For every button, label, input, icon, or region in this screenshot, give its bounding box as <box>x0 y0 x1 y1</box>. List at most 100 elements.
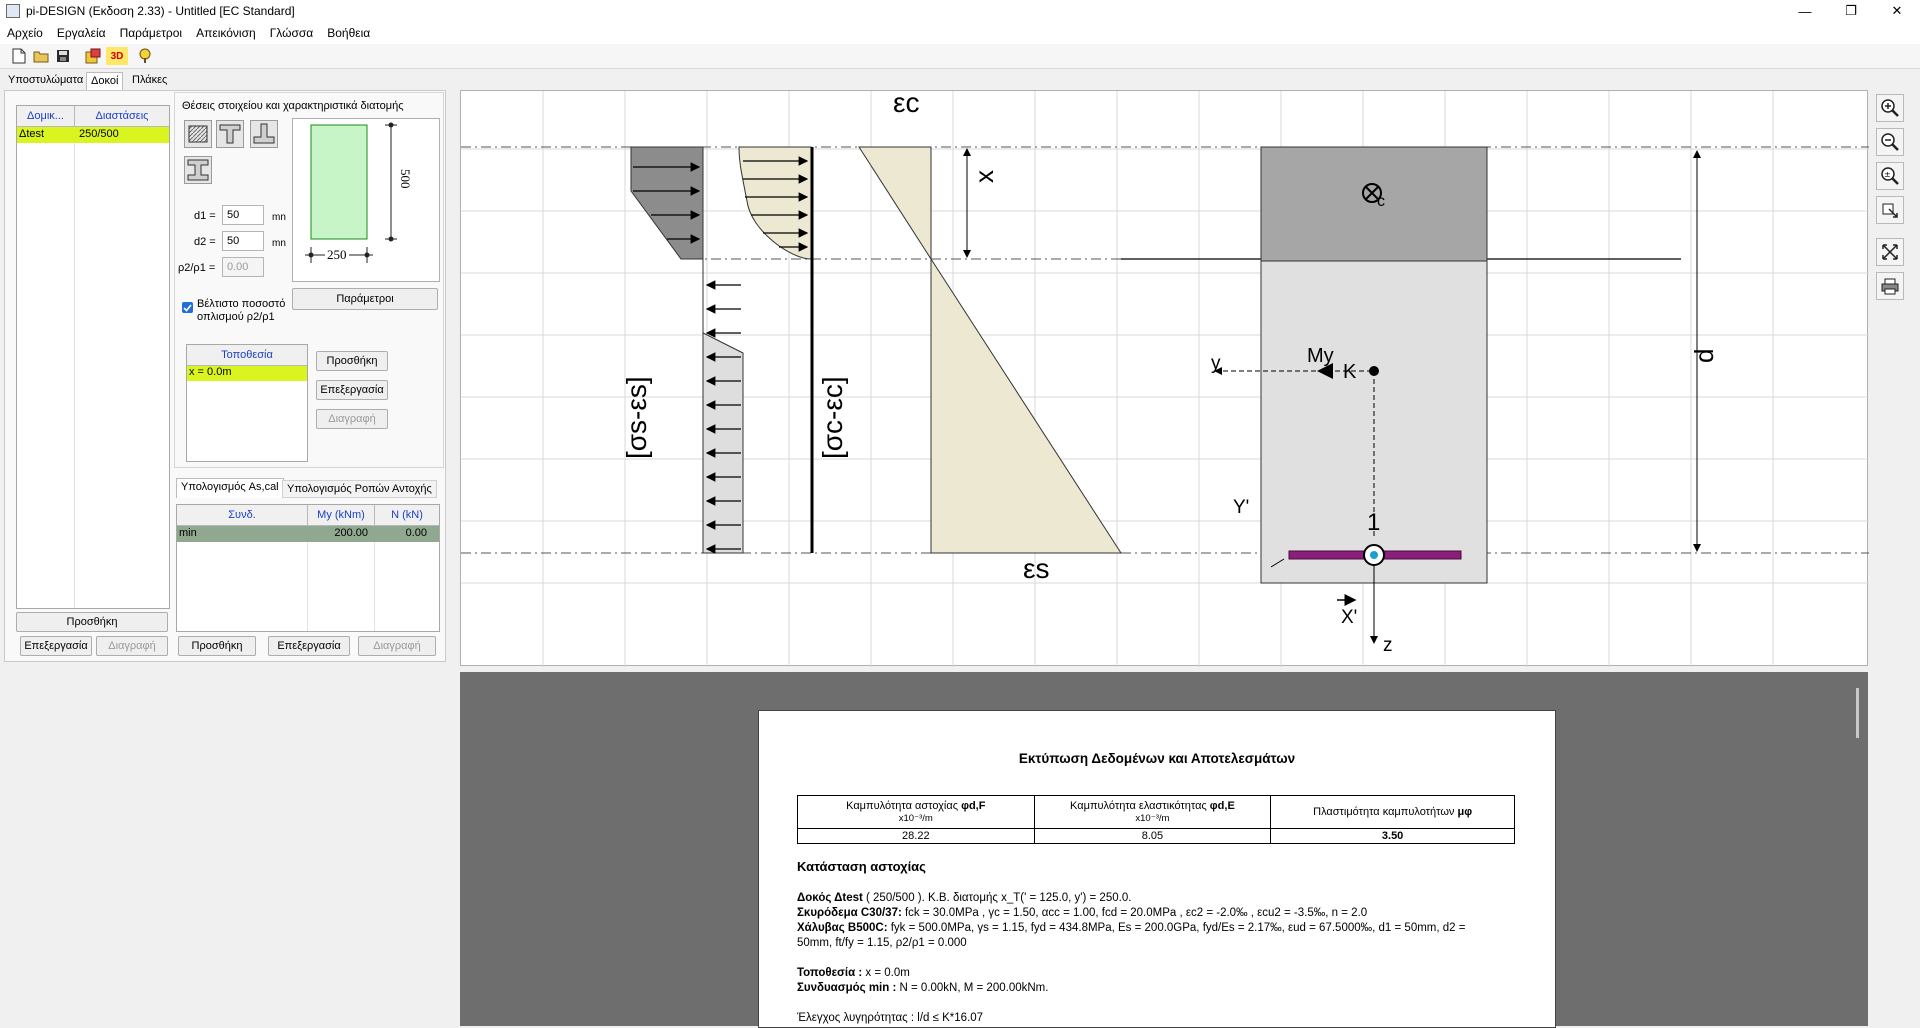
pan-icon[interactable] <box>1876 196 1904 224</box>
help-icon[interactable] <box>136 47 154 65</box>
parameters-button[interactable]: Παράμετροι <box>292 288 438 310</box>
tab-columns[interactable]: Υποστυλώματα <box>4 72 87 90</box>
menu-file[interactable]: Αρχείο <box>0 26 50 40</box>
combination-details: N = 0.00kN, M = 200.00kNm. <box>896 982 1049 994</box>
x-depth-label: x <box>969 170 999 183</box>
d2-input[interactable]: 50 <box>222 231 264 251</box>
failure-curvature-header: Καμπυλότητα αστοχίας <box>846 800 962 812</box>
beam-name-cell: Δtest <box>19 128 45 140</box>
elastic-curvature-header: Καμπυλότητα ελαστικότητας <box>1070 800 1210 812</box>
d1-label: d1 = <box>194 210 216 222</box>
delete-combination-button[interactable]: Διαγραφή <box>358 636 436 656</box>
inverted-t-section-icon[interactable] <box>250 120 278 148</box>
open-folder-icon[interactable] <box>32 47 50 65</box>
edit-beam-button[interactable]: Επεξεργασία <box>20 636 92 656</box>
export-icon[interactable] <box>84 47 102 65</box>
failure-curvature-unit: x10⁻³/m <box>898 813 933 824</box>
failure-curvature-symbol: φd,F <box>961 800 986 812</box>
list-item[interactable]: x = 0.0m <box>187 366 307 381</box>
minimize-button[interactable]: — <box>1782 0 1828 22</box>
report-spacer <box>797 951 1537 966</box>
ductility-value: 3.50 <box>1270 828 1515 844</box>
save-icon[interactable] <box>54 47 72 65</box>
tab-beams[interactable]: Δοκοί <box>86 72 124 90</box>
optimal-ratio-checkbox[interactable] <box>182 302 193 313</box>
grid-column-divider <box>374 542 375 631</box>
location-details: x = 0.0m <box>862 967 910 979</box>
tab-slabs[interactable]: Πλάκες <box>128 72 171 90</box>
add-beam-button[interactable]: Προσθήκη <box>16 612 168 632</box>
report-page: Εκτύπωση Δεδομένων και Αποτελεσμάτων Καμ… <box>758 710 1556 1028</box>
combo-header-my[interactable]: My (kNm) <box>308 505 375 526</box>
3d-view-icon[interactable]: 3D <box>106 47 128 65</box>
t-section-icon[interactable] <box>216 120 244 148</box>
print-icon[interactable] <box>1876 272 1904 300</box>
eps-s-label: εs <box>1023 553 1050 584</box>
combination-title: Συνδυασμός min : <box>797 982 897 994</box>
rebar-number-label: 1 <box>1367 509 1381 536</box>
steel-stress-label: [σs-εs] <box>621 376 652 459</box>
combo-header-name[interactable]: Συνδ. <box>177 505 308 526</box>
d1-input[interactable]: 50 <box>222 205 264 225</box>
menu-help[interactable]: Βοήθεια <box>320 26 377 40</box>
beam-title: Δοκός Δtest <box>797 892 863 904</box>
stress-strain-diagram <box>461 91 1869 667</box>
menu-parameters[interactable]: Παράμετροι <box>113 26 190 40</box>
elastic-curvature-value: 8.05 <box>1033 828 1272 844</box>
section-preview: 500 250 <box>292 118 440 282</box>
d1-unit: mn <box>272 212 286 223</box>
diagram-canvas[interactable]: εc εs x d [σs-εs] [σc-εc] y My K Y' X' z… <box>460 87 1869 667</box>
beams-grid-header-dims[interactable]: Διαστάσεις <box>75 106 169 127</box>
d2-label: d2 = <box>194 236 216 248</box>
edit-location-button[interactable]: Επεξεργασία <box>316 380 388 400</box>
zoom-reset-icon[interactable]: ± <box>1876 162 1904 190</box>
combo-header-n[interactable]: N (kN) <box>375 505 439 526</box>
combo-name-cell: min <box>179 527 197 539</box>
add-combination-button[interactable]: Προσθήκη <box>178 636 256 656</box>
menu-tools[interactable]: Εργαλεία <box>50 26 113 40</box>
x-prime-label: X' <box>1341 607 1358 628</box>
failure-state-heading: Κατάσταση αστοχίας <box>797 859 926 874</box>
edit-combination-button[interactable]: Επεξεργασία <box>268 636 350 656</box>
compression-centroid-label: c <box>1377 193 1385 210</box>
ductility-header: Πλαστιμότητα καμπυλοτήτων <box>1313 806 1458 818</box>
tab-calc-resistance[interactable]: Υπολογισμός Ροπών Αντοχής <box>282 480 437 498</box>
i-section-icon[interactable] <box>184 156 212 184</box>
new-file-icon[interactable] <box>10 47 28 65</box>
slenderness-check: Έλεγχος λυγηρότητας : l/d ≤ K*16.07 <box>797 1012 984 1024</box>
d2-unit: mn <box>272 238 286 249</box>
eps-c-label: εc <box>893 87 920 118</box>
delete-location-button[interactable]: Διαγραφή <box>316 409 388 429</box>
fit-to-window-icon[interactable] <box>1876 238 1904 266</box>
maximize-button[interactable]: ❐ <box>1828 0 1874 22</box>
combo-n-cell: 0.00 <box>405 527 427 539</box>
beam-details: ( 250/500 ). Κ.Β. διατομής x_T(' = 125.0… <box>862 892 1132 904</box>
report-scrollbar[interactable] <box>1856 688 1859 738</box>
zoom-out-icon[interactable] <box>1876 128 1904 156</box>
locations-header[interactable]: Τοποθεσία <box>187 345 307 366</box>
svg-text:±: ± <box>1884 170 1891 179</box>
tab-calc-as[interactable]: Υπολογισμός As,cal <box>176 478 284 498</box>
concrete-stress-label: [σc-εc] <box>817 376 848 459</box>
app-icon <box>6 4 20 18</box>
menu-view[interactable]: Απεικόνιση <box>189 26 263 40</box>
add-location-button[interactable]: Προσθήκη <box>316 351 388 371</box>
y-prime-label: Y' <box>1233 497 1250 518</box>
table-row[interactable]: Δtest 250/500 <box>17 127 169 143</box>
title-bar: pi-DESIGN (Εκδοση 2.33) - Untitled [EC S… <box>0 0 1920 22</box>
rect-section-icon[interactable] <box>184 120 212 148</box>
report-spacer <box>797 996 1537 1011</box>
zoom-in-icon[interactable] <box>1876 94 1904 122</box>
failure-curvature-value: 28.22 <box>797 828 1035 844</box>
beams-grid-header-name[interactable]: Δομικ... <box>17 106 75 127</box>
moment-label: My <box>1307 345 1334 367</box>
optimal-ratio-label: Βέλτιστο ποσοστό οπλισμού ρ2/ρ1 <box>197 298 286 323</box>
close-button[interactable]: ✕ <box>1874 0 1920 22</box>
rho-input[interactable]: 0.00 <box>222 257 264 277</box>
menu-language[interactable]: Γλώσσα <box>263 26 321 40</box>
delete-beam-button[interactable]: Διαγραφή <box>96 636 168 656</box>
beam-dims-cell: 250/500 <box>79 128 119 140</box>
ductility-table: Καμπυλότητα αστοχίας φd,F x10⁻³/m Καμπυλ… <box>797 795 1515 844</box>
centroid-label: K <box>1343 361 1357 383</box>
table-row[interactable]: min 200.00 0.00 <box>177 526 439 542</box>
